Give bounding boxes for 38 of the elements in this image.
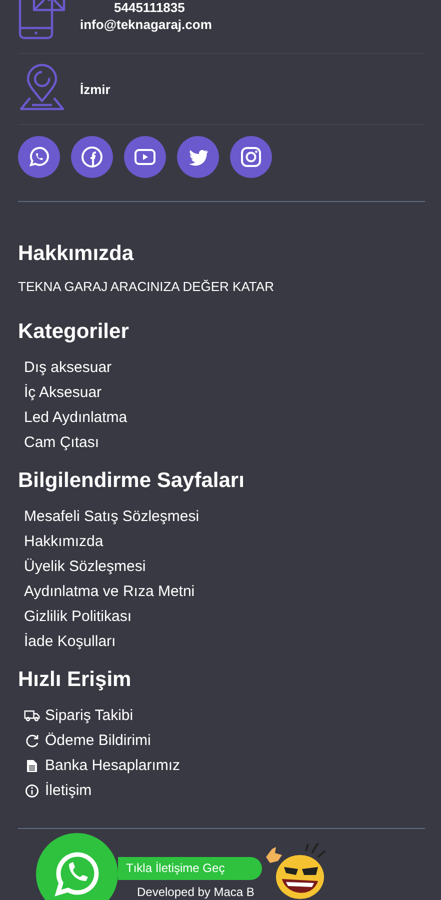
about-text: TEKNA GARAJ ARACINIZA DEĞER KATAR [18, 279, 275, 295]
video-play-button[interactable] [124, 136, 166, 178]
refresh-icon [24, 734, 40, 748]
contact-text: info@teknagaraj.com [80, 16, 212, 32]
footer-link[interactable]: Hakkımızda [24, 529, 104, 554]
whatsapp-icon[interactable] [36, 833, 118, 900]
mail-phone-icon [18, 0, 66, 40]
section-heading: Hızlı Erişim [18, 667, 132, 693]
instagram-icon [239, 145, 263, 169]
footer-link[interactable]: Aydınlatma ve Rıza Metni [24, 579, 195, 604]
credit-text: Developed by Maca B [137, 885, 254, 899]
truck-icon [24, 709, 40, 722]
footer-link[interactable]: Sipariş Takibi [24, 703, 134, 728]
footer-link[interactable]: Mesafeli Satış Sözleşmesi [24, 504, 200, 529]
location-pin-icon [18, 65, 66, 113]
facebook-button[interactable] [71, 136, 113, 178]
footer-link[interactable]: Üyelik Sözleşmesi [24, 554, 146, 579]
footer-link[interactable]: Banka Hesaplarımız [24, 753, 180, 778]
facebook-icon [80, 145, 104, 169]
footer-link[interactable]: İletişim [24, 778, 92, 803]
footer-link[interactable]: Led Aydınlatma [24, 405, 128, 430]
contact-text: İzmir [80, 80, 110, 98]
contact-text: 5445111835 [113, 0, 186, 16]
document-icon [24, 758, 40, 772]
whatsapp-icon [27, 145, 51, 169]
footer-link[interactable]: Dış aksesuar [24, 355, 112, 380]
section-heading: Hakkımızda [18, 241, 135, 267]
section-heading: Kategoriler [18, 319, 130, 345]
footer-link[interactable]: Gizlilik Politikası [24, 604, 132, 629]
footer-link[interactable]: Ödeme Bildirimi [24, 728, 151, 753]
instagram-button[interactable] [230, 136, 272, 178]
footer-link[interactable]: Cam Çıtası [24, 430, 100, 455]
whatsapp-button[interactable] [18, 136, 60, 178]
footer-link[interactable]: İç Aksesuar [24, 380, 102, 405]
section-heading: Bilgilendirme Sayfaları [18, 468, 246, 494]
twitter-button[interactable] [177, 136, 219, 178]
info-icon [24, 784, 40, 798]
footer-link[interactable]: İade Koşulları [24, 629, 116, 654]
